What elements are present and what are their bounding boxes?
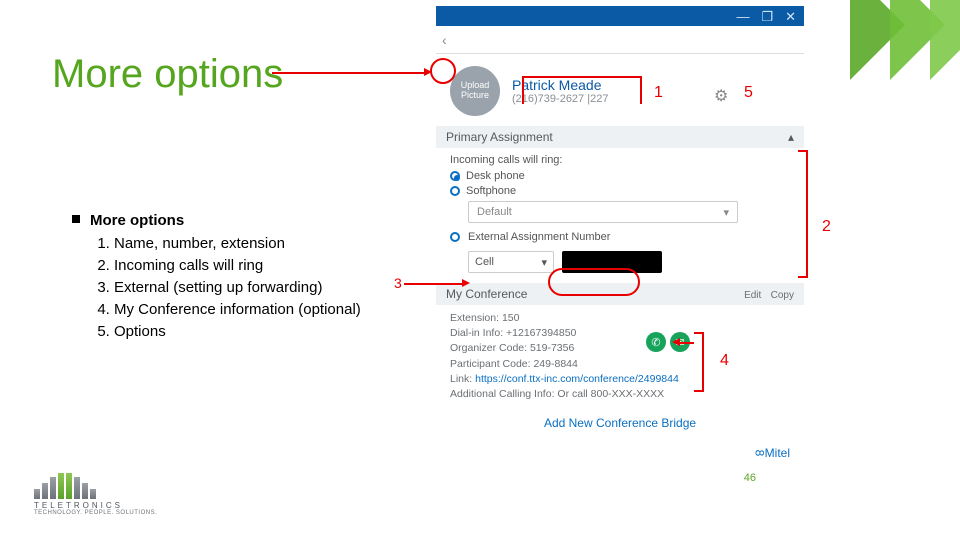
window-min-icon[interactable]: — [736, 10, 749, 23]
conf-link-label: Link: [450, 373, 475, 385]
section-primary-assignment: Primary Assignment [446, 130, 553, 144]
conf-dialin: Dial-in Info: +12167394850 [450, 326, 790, 341]
conference-call-icon[interactable]: ✆ [646, 332, 666, 352]
annotation-arrowhead [462, 279, 470, 287]
radio-softphone[interactable] [450, 186, 460, 196]
app-window: — ❐ ✕ ‹ Upload Picture Patrick Meade (21… [436, 6, 804, 436]
external-label: External Assignment Number [468, 231, 610, 243]
list-item: Incoming calls will ring [114, 255, 361, 276]
conference-edit-link[interactable]: Edit [744, 290, 761, 301]
dropdown-value: Cell [475, 256, 494, 268]
window-max-icon[interactable]: ❐ [761, 10, 773, 23]
window-titlebar: — ❐ ✕ [436, 6, 804, 26]
conference-copy-link[interactable]: Copy [771, 290, 794, 301]
incoming-label: Incoming calls will ring: [450, 154, 790, 166]
gear-icon[interactable]: ⚙ [714, 86, 728, 106]
annotation-arrow [678, 342, 694, 344]
dropdown-value: Default [477, 206, 512, 218]
chevron-down-icon: ▾ [541, 256, 547, 269]
annotation-arrow [404, 283, 464, 285]
annotation-number-1: 1 [654, 84, 663, 102]
annotation-number-4: 4 [720, 352, 729, 370]
section-my-conference: My Conference [446, 287, 527, 301]
annotation-bracket-2 [798, 150, 808, 278]
upload-picture-button[interactable]: Upload Picture [450, 66, 500, 116]
annotation-bracket-1 [522, 76, 642, 104]
conf-link[interactable]: https://conf.ttx-inc.com/conference/2499… [475, 373, 679, 385]
list-item: My Conference information (optional) [114, 299, 361, 320]
annotation-circle-ext [548, 268, 640, 296]
annotation-bracket-4 [694, 332, 704, 392]
annotation-arrowhead [424, 68, 432, 76]
vendor-brand: 8Mitel [436, 440, 804, 460]
logo-text: TELETRONICS [34, 501, 157, 510]
back-icon[interactable]: ‹ [442, 32, 447, 48]
bullet-list: More options Name, number, extension Inc… [72, 210, 361, 343]
conf-extension: Extension: 150 [450, 311, 790, 326]
annotation-number-5: 5 [744, 84, 753, 102]
radio-desk-label: Desk phone [466, 170, 525, 182]
conf-additional: Additional Calling Info: Or call 800-XXX… [450, 387, 790, 402]
annotation-arrowhead [672, 338, 680, 346]
radio-softphone-label: Softphone [466, 185, 516, 197]
annotation-number-3: 3 [394, 275, 402, 291]
chevron-down-icon: ▾ [723, 206, 729, 219]
logo-tagline: TECHNOLOGY. PEOPLE. SOLUTIONS. [34, 510, 157, 516]
slide-number: 46 [744, 472, 756, 484]
collapse-icon[interactable]: ▴ [788, 130, 794, 144]
list-item: Name, number, extension [114, 233, 361, 254]
conf-organizer: Organizer Code: 519-7356 [450, 341, 790, 356]
radio-desk-phone[interactable] [450, 171, 460, 181]
conf-participant: Participant Code: 249-8844 [450, 357, 790, 372]
window-close-icon[interactable]: ✕ [785, 10, 796, 23]
company-logo: TELETRONICS TECHNOLOGY. PEOPLE. SOLUTION… [34, 473, 157, 516]
bullet-heading: More options [90, 212, 184, 229]
radio-external[interactable] [450, 232, 460, 242]
annotation-number-2: 2 [822, 218, 831, 236]
annotation-arrow [272, 72, 428, 74]
list-item: Options [114, 321, 361, 342]
add-conference-bridge-link[interactable]: Add New Conference Bridge [436, 408, 804, 440]
annotation-circle-back [430, 58, 456, 84]
default-dropdown[interactable]: Default ▾ [468, 201, 738, 223]
slide-title: More options [52, 52, 283, 97]
list-item: External (setting up forwarding) [114, 277, 361, 298]
external-type-dropdown[interactable]: Cell ▾ [468, 251, 554, 273]
